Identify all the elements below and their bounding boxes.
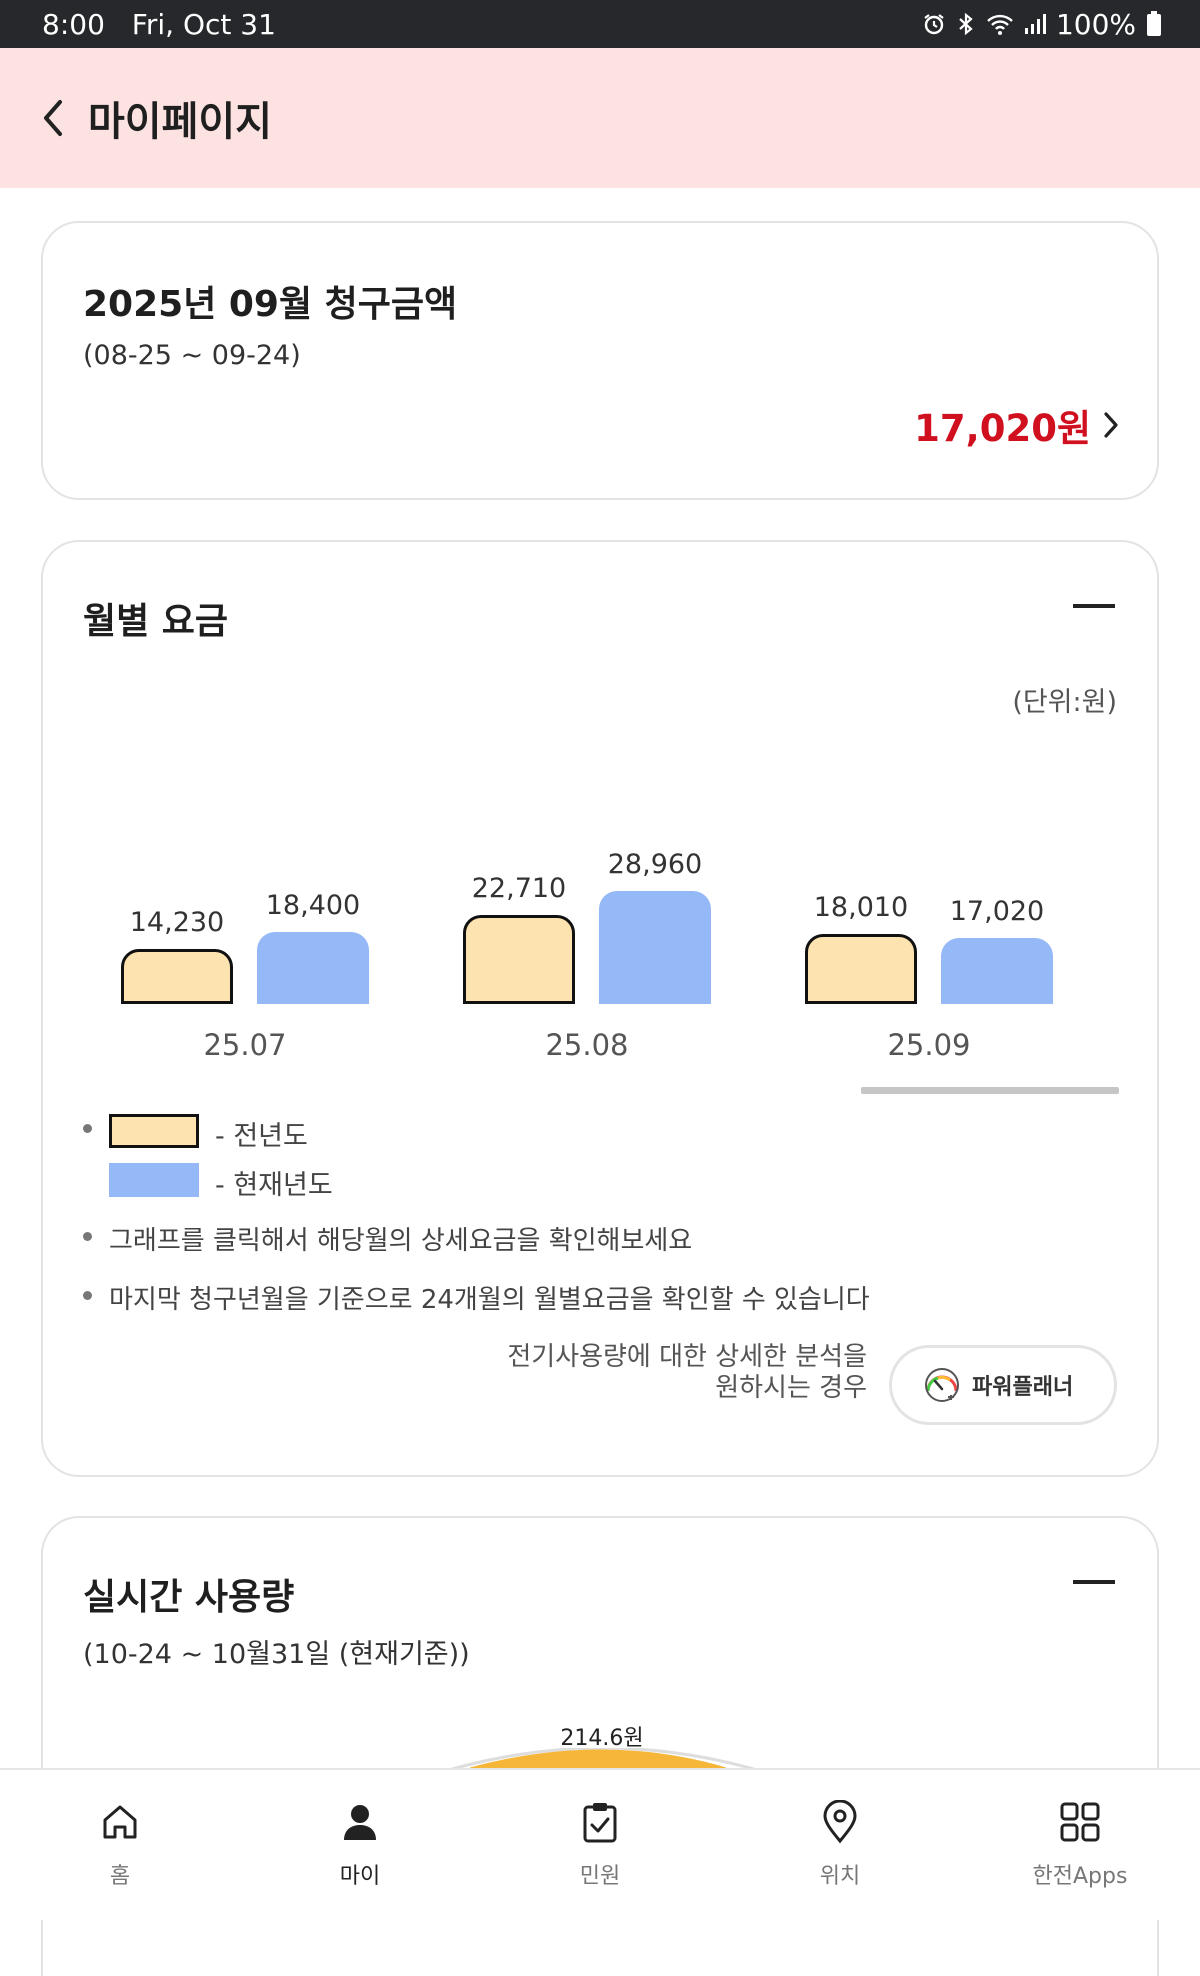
nav-civil[interactable]: 민원	[480, 1770, 720, 1922]
bar-value-label: 18,010	[813, 892, 909, 923]
bill-title: 2025년 09월 청구금액	[83, 284, 458, 325]
page-title: 마이페이지	[88, 99, 272, 145]
apps-grid-icon	[1058, 1800, 1102, 1844]
nav-location[interactable]: 위치	[720, 1770, 960, 1922]
monthly-fee-card: 월별 요금 (단위:원) 14,230 18,400 25.07 22,710 28,9…	[41, 540, 1159, 1477]
signal-icon	[1024, 12, 1046, 36]
status-left: 8:00 Fri, Oct 31	[42, 8, 294, 41]
bar-value-label: 17,020	[949, 896, 1045, 927]
bar-value-label: 14,230	[129, 907, 225, 938]
status-right: 100%	[922, 8, 1162, 41]
month-label[interactable]: 25.09	[839, 1028, 1019, 1062]
power-planner-label: 파워플래너	[972, 1375, 1074, 1400]
battery-percent: 100%	[1055, 7, 1136, 41]
bar-current-year-25.07[interactable]	[257, 932, 369, 1004]
wifi-icon	[986, 12, 1014, 36]
status-time: 8:00	[42, 7, 105, 41]
bill-amount: 17,020원	[914, 407, 1091, 450]
bill-period: (08-25 ~ 09-24)	[83, 340, 301, 371]
legend-bullet	[83, 1124, 92, 1133]
planner-description-line2: 원하시는 경우	[715, 1373, 867, 1403]
bill-amount-link[interactable]: 17,020원	[914, 398, 1119, 452]
collapse-button[interactable]	[1073, 1562, 1117, 1602]
planner-description-line1: 전기사용량에 대한 상세한 분석을	[507, 1342, 867, 1372]
chevron-left-icon	[44, 100, 62, 136]
bill-card: 2025년 09월 청구금액 (08-25 ~ 09-24) 17,020원	[41, 221, 1159, 500]
status-date: Fri, Oct 31	[131, 7, 276, 41]
chart-note-period: 마지막 청구년월을 기준으로 24개월의 월별요금을 확인할 수 있습니다	[109, 1285, 870, 1315]
bar-previous-year-25.09[interactable]	[805, 934, 917, 1004]
nav-apps-label: 한전Apps	[1032, 1864, 1128, 1889]
alarm-icon	[922, 12, 946, 36]
bar-value-label: 18,400	[265, 890, 361, 921]
month-label[interactable]: 25.07	[155, 1028, 335, 1062]
chart-note-click: 그래프를 클릭해서 해당월의 상세요금을 확인해보세요	[109, 1226, 693, 1256]
location-pin-icon	[818, 1800, 862, 1844]
nav-civil-label: 민원	[579, 1864, 621, 1889]
bar-value-label: 22,710	[471, 873, 567, 904]
legend-previous-year: - 전년도	[215, 1121, 308, 1152]
app-header: 마이페이지	[0, 48, 1200, 188]
note-bullet	[83, 1232, 92, 1241]
legend-swatch-previous-year	[109, 1114, 199, 1148]
status-bar: 8:00 Fri, Oct 31 100%	[0, 0, 1200, 48]
power-gauge-icon	[925, 1368, 959, 1402]
realtime-period: (10-24 ~ 10월31일 (현재기준))	[83, 1639, 470, 1670]
clipboard-check-icon	[578, 1800, 622, 1844]
power-planner-button[interactable]: 파워플래너	[889, 1345, 1117, 1425]
bar-value-label: 28,960	[607, 849, 703, 880]
bar-current-year-25.08[interactable]	[599, 891, 711, 1004]
bar-current-year-25.09[interactable]	[941, 938, 1053, 1004]
nav-my[interactable]: 마이	[240, 1770, 480, 1922]
realtime-title: 실시간 사용량	[83, 1577, 295, 1618]
nav-apps[interactable]: 한전Apps	[960, 1770, 1200, 1922]
nav-home[interactable]: 홈	[0, 1770, 240, 1922]
month-label[interactable]: 25.08	[497, 1028, 677, 1062]
nav-home-label: 홈	[109, 1864, 131, 1889]
legend-swatch-current-year	[109, 1163, 199, 1197]
back-button[interactable]	[42, 88, 82, 148]
nav-my-label: 마이	[339, 1864, 381, 1889]
person-icon	[338, 1800, 382, 1844]
bar-previous-year-25.08[interactable]	[463, 915, 575, 1004]
planner-description: 전기사용량에 대한 상세한 분석을 원하시는 경우	[507, 1342, 867, 1404]
bar-previous-year-25.07[interactable]	[121, 949, 233, 1004]
bluetooth-icon	[956, 12, 976, 36]
note-bullet	[83, 1291, 92, 1300]
nav-location-label: 위치	[819, 1864, 861, 1889]
bottom-navigation: 홈 마이 민원 위치 한전Apps	[0, 1768, 1200, 1920]
legend-current-year: - 현재년도	[215, 1170, 333, 1201]
battery-icon	[1146, 11, 1162, 37]
chevron-right-icon	[1104, 412, 1118, 438]
chart-scroll-indicator[interactable]	[861, 1087, 1119, 1094]
home-icon	[98, 1800, 142, 1844]
monthly-bar-chart: 14,230 18,400 25.07 22,710 28,960 25.08 18,010…	[43, 542, 1161, 1102]
